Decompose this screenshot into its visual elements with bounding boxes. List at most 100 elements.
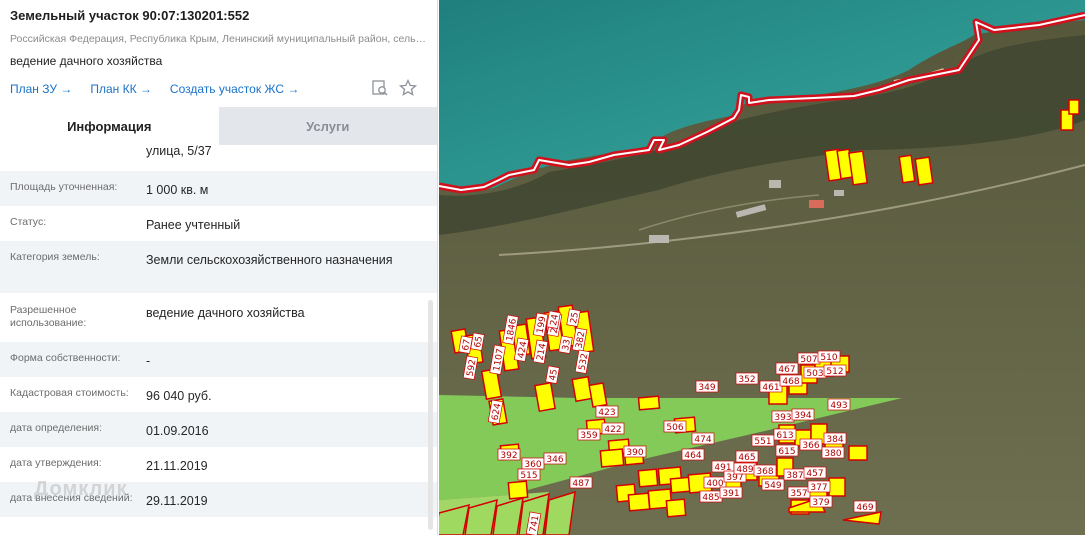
parcel-label: 422 — [601, 422, 625, 435]
parcel-label-text: 65 — [473, 335, 485, 348]
panel-scrollbar[interactable] — [428, 300, 433, 530]
parcel-label: 346 — [543, 452, 567, 465]
parcel-label: 510 — [817, 350, 841, 363]
parcel-label: 368 — [753, 464, 777, 477]
parcel[interactable] — [898, 154, 916, 184]
parcel[interactable] — [1068, 99, 1080, 115]
parcel-label-text: 487 — [572, 479, 589, 489]
parcel-label-text: 422 — [604, 425, 621, 435]
create-parcel-link[interactable]: Создать участок ЖС → — [170, 82, 299, 96]
table-row: Категория земель: Земли сельскохозяйстве… — [0, 241, 437, 293]
row-key: Площадь уточненная: — [10, 181, 118, 193]
parcel-label-text: 464 — [684, 451, 701, 461]
search-doc-icon[interactable] — [371, 79, 389, 97]
table-row: дата утверждения: 21.11.2019 — [0, 447, 437, 482]
parcel-label: 485 — [699, 490, 723, 503]
parcel-label-text: 377 — [810, 483, 827, 493]
parcel-label-text: 384 — [826, 435, 843, 445]
parcel-label: 474 — [691, 432, 715, 445]
parcel-label: 487 — [569, 476, 593, 489]
parcel[interactable] — [571, 375, 593, 403]
parcel-label: 469 — [853, 500, 877, 513]
parcel-label: 357 — [787, 486, 811, 499]
parcel-label: 461 — [759, 380, 783, 393]
row-key: Статус: — [10, 216, 47, 228]
row-key: Форма собственности: — [10, 352, 121, 364]
parcel-label-text: 485 — [702, 493, 719, 503]
parcel-label: 379 — [809, 495, 833, 508]
parcel-title: Земельный участок 90:07:130201:552 — [10, 8, 250, 23]
parcel-label-text: 468 — [782, 377, 799, 387]
parcel-label: 360 — [521, 457, 545, 470]
parcel[interactable] — [665, 498, 687, 518]
parcel-label-text: 390 — [626, 448, 643, 458]
row-value: 01.09.2016 — [146, 424, 209, 438]
satellite-map[interactable]: 6567592110718464241992002142433253825324… — [439, 0, 1085, 535]
parcel-label-text: 551 — [754, 437, 771, 447]
parcel-label-text: 489 — [736, 465, 753, 475]
parcel-label-text: 33 — [561, 338, 573, 351]
parcel-label-text: 507 — [800, 355, 817, 365]
parcel-label-text: 493 — [830, 401, 847, 411]
info-panel: Земельный участок 90:07:130201:552 Росси… — [0, 0, 438, 535]
parcel[interactable] — [828, 477, 846, 497]
parcel-label-text: 359 — [580, 431, 597, 441]
parcel-label-text: 423 — [598, 408, 615, 418]
parcel-label: 384 — [823, 432, 847, 445]
parcel[interactable] — [637, 395, 661, 411]
parcel-label-text: 393 — [774, 413, 791, 423]
parcel[interactable] — [914, 156, 934, 186]
parcel-label-text: 467 — [778, 365, 795, 375]
info-table: улица, 5/37 Площадь уточненная: 1 000 кв… — [0, 144, 437, 517]
parcel-label-text: 24 — [549, 313, 561, 326]
parcel-label: 515 — [517, 468, 541, 481]
parcel-label: 392 — [497, 448, 521, 461]
parcel-label-text: 515 — [520, 471, 537, 481]
table-row: Форма собственности: - — [0, 342, 437, 377]
table-row: Разрешенное использование: ведение дачно… — [0, 293, 437, 342]
parcel[interactable] — [848, 445, 868, 461]
parcel-label-text: 465 — [738, 453, 755, 463]
parcel-label-text: 613 — [776, 431, 793, 441]
parcel-label: 393 — [771, 410, 795, 423]
parcel-label-text: 391 — [722, 489, 739, 499]
parcel-label-text: 67 — [461, 338, 473, 351]
parcel-label-text: 392 — [500, 451, 517, 461]
parcel-address: Российская Федерация, Республика Крым, Л… — [10, 33, 428, 45]
row-value: 29.11.2019 — [146, 494, 208, 508]
table-row: дата определения: 01.09.2016 — [0, 412, 437, 447]
parcel-label: 366 — [799, 438, 823, 451]
parcel-label-text: 360 — [524, 460, 541, 470]
parcel[interactable] — [627, 492, 651, 512]
tab-services[interactable]: Услуги — [218, 107, 437, 145]
row-key: дата утверждения: — [10, 457, 102, 469]
parcel[interactable] — [507, 480, 529, 500]
parcel[interactable] — [599, 448, 625, 468]
parcel-label: 551 — [751, 434, 775, 447]
panel-tabs: Информация Услуги — [0, 107, 437, 145]
table-row: Кадастровая стоимость: 96 040 руб. — [0, 377, 437, 412]
tab-info[interactable]: Информация — [0, 107, 219, 145]
parcel-label: 493 — [827, 398, 851, 411]
parcel-label-text: 469 — [856, 503, 873, 513]
parcel-label-text: 349 — [698, 383, 715, 393]
parcel-label: 503 — [803, 366, 827, 379]
parcel-label-text: 474 — [694, 435, 711, 445]
plan-kk-link[interactable]: План КК → — [90, 82, 152, 96]
map-canvas[interactable]: 6567592110718464241992002142433253825324… — [439, 0, 1085, 535]
parcel-label: 359 — [577, 428, 601, 441]
parcel-label: 549 — [761, 478, 785, 491]
plan-zu-link[interactable]: План ЗУ → — [10, 82, 72, 96]
parcel[interactable] — [588, 382, 608, 408]
parcel[interactable] — [533, 381, 557, 413]
parcel-label: 464 — [681, 448, 705, 461]
parcel-label-text: 503 — [806, 369, 823, 379]
parcel-label: 465 — [735, 450, 759, 463]
parcel-label-text: 549 — [764, 481, 781, 491]
parcel-label: 349 — [695, 380, 719, 393]
star-icon[interactable] — [398, 78, 418, 97]
panel-header: Земельный участок 90:07:130201:552 Росси… — [0, 0, 437, 102]
parcel-label-text: 346 — [546, 455, 563, 465]
parcel-label-text: 352 — [738, 375, 755, 385]
parcel[interactable] — [637, 468, 659, 488]
